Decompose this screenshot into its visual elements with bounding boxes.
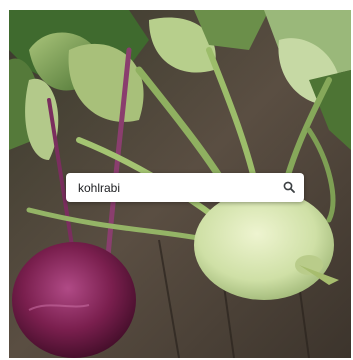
- purple-kohlrabi: [12, 242, 136, 358]
- search-button[interactable]: [281, 179, 297, 195]
- search-input[interactable]: [78, 180, 274, 195]
- page-frame: [0, 0, 353, 360]
- search-bar[interactable]: [66, 173, 304, 202]
- search-icon: [283, 181, 295, 193]
